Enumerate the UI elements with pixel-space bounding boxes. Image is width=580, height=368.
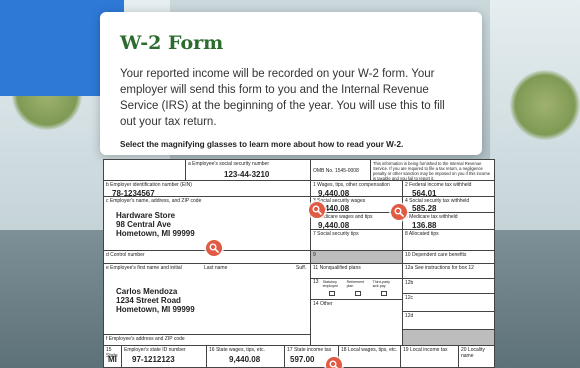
box-2-label: 2 Federal income tax withheld (405, 182, 472, 188)
box-16-label: 16 State wages, tips, etc. (209, 347, 265, 353)
retirement-plan-label: Retirement plan (346, 280, 365, 288)
w2-form: a Employee's social security number 123-… (103, 159, 495, 368)
box-5-value: 9,440.08 (318, 221, 350, 230)
magnifier-button-employer[interactable] (206, 240, 222, 256)
box-12d-label: 12d (405, 313, 414, 319)
box-c-label: c Employer's name, address, and ZIP code (106, 198, 202, 204)
box-12a: 12a See instructions for box 12 (403, 264, 494, 279)
employee-name: Carlos Mendoza (116, 287, 178, 296)
box-18: 18 Local wages, tips, etc. (339, 346, 401, 367)
box-9-label: 9 (313, 252, 316, 258)
omb-number: OMB No. 1545-0008 (311, 160, 371, 181)
box-8-label: 8 Allocated tips (405, 231, 439, 237)
box-18-label: 18 Local wages, tips, etc. (341, 347, 398, 353)
employer-address-1: 98 Central Ave (116, 220, 171, 229)
box-10: 10 Dependent care benefits (403, 251, 494, 264)
box-11-label: 11 Nonqualified plans (313, 265, 361, 271)
box-b-label: b Employer identification number (EIN) (106, 182, 192, 188)
box-13: 13 Statutory employee Retirement plan Th… (311, 279, 403, 300)
employee-address-1: 1234 Street Road (116, 296, 181, 305)
magnifier-button-state[interactable] (326, 357, 342, 368)
box-6-label: 6 Medicare tax withheld (405, 214, 458, 220)
box-7-label: 7 Social security tips (313, 231, 359, 237)
box-void (104, 160, 186, 181)
employee-address-2: Hometown, MI 99999 (116, 305, 195, 314)
box-e-first-label: e Employee's first name and initial (106, 265, 182, 271)
box-9: 9 (311, 251, 403, 264)
box-e-label: e Employee's first name and initial Last… (106, 265, 308, 271)
box-e-last-label: Last name (204, 265, 228, 271)
statutory-checkbox (329, 291, 335, 296)
retirement-checkbox (355, 291, 361, 296)
box-a-label: a Employee's social security number (188, 161, 269, 167)
statutory-employee-label: Statutory employee (322, 280, 339, 288)
box-5-label: 5 Medicare wages and tips (313, 214, 373, 220)
box-7: 7 Social security tips (311, 230, 403, 251)
box-10-label: 10 Dependent care benefits (405, 252, 467, 258)
box-8: 8 Allocated tips (403, 230, 494, 251)
box-e-suff-label: Suff. (296, 265, 307, 271)
box-17-label: 17 State income tax (287, 347, 332, 353)
intro-text: Your reported income will be recorded on… (120, 68, 445, 128)
box-12b: 12b (403, 279, 494, 294)
box-13-label: 13 (313, 279, 319, 285)
magnifier-button-taxes[interactable] (391, 204, 407, 220)
box-14: 14 Other (311, 300, 403, 346)
tree-right (510, 70, 580, 140)
employer-name: Hardware Store (116, 211, 176, 220)
page-title: W-2 Form (120, 32, 224, 54)
state-value: MI (108, 355, 117, 364)
third-party-checkbox (381, 291, 387, 296)
box-17-value: 597.00 (290, 355, 315, 364)
third-party-sick-pay-label: Third-party sick pay (372, 280, 390, 288)
box-11: 11 Nonqualified plans (311, 264, 403, 279)
box-16-value: 9,440.08 (229, 355, 261, 364)
box-f (104, 335, 311, 346)
magnifying-glass-icon (312, 205, 322, 215)
box-19: 19 Local income tax (401, 346, 459, 367)
box-4-value: 585.28 (412, 204, 437, 213)
ssn-value: 123-44-3210 (224, 170, 270, 179)
box-12c-label: 12c (405, 295, 414, 301)
irs-notice: This information is being furnished to t… (371, 160, 494, 181)
employer-address-2: Hometown, MI 99999 (116, 229, 195, 238)
box-14-label: 14 Other (313, 301, 333, 307)
magnifying-glass-icon (209, 243, 219, 253)
gray-block (403, 330, 494, 346)
box-12c: 12c (403, 294, 494, 312)
state-id-value: 97-1212123 (132, 355, 175, 364)
box-12b-label: 12b (405, 280, 414, 286)
box-12d: 12d (403, 312, 494, 330)
box-12a-label: 12a See instructions for box 12 (405, 265, 474, 271)
box-20-label: 20 Locality name (461, 347, 485, 359)
instruction-text: Select the magnifying glasses to learn m… (120, 140, 404, 149)
box-19-label: 19 Local income tax (403, 347, 448, 353)
magnifying-glass-icon (329, 360, 339, 368)
box-6-value: 136.88 (412, 221, 437, 230)
intro-panel: W-2 Form Your reported income will be re… (100, 12, 482, 155)
magnifying-glass-icon (394, 207, 404, 217)
magnifier-button-wages[interactable] (309, 202, 325, 218)
box-1-label: 1 Wages, tips, other compensation (313, 182, 390, 188)
state-id-label: Employer's state ID number (124, 347, 186, 353)
box-20: 20 Locality name (459, 346, 494, 367)
